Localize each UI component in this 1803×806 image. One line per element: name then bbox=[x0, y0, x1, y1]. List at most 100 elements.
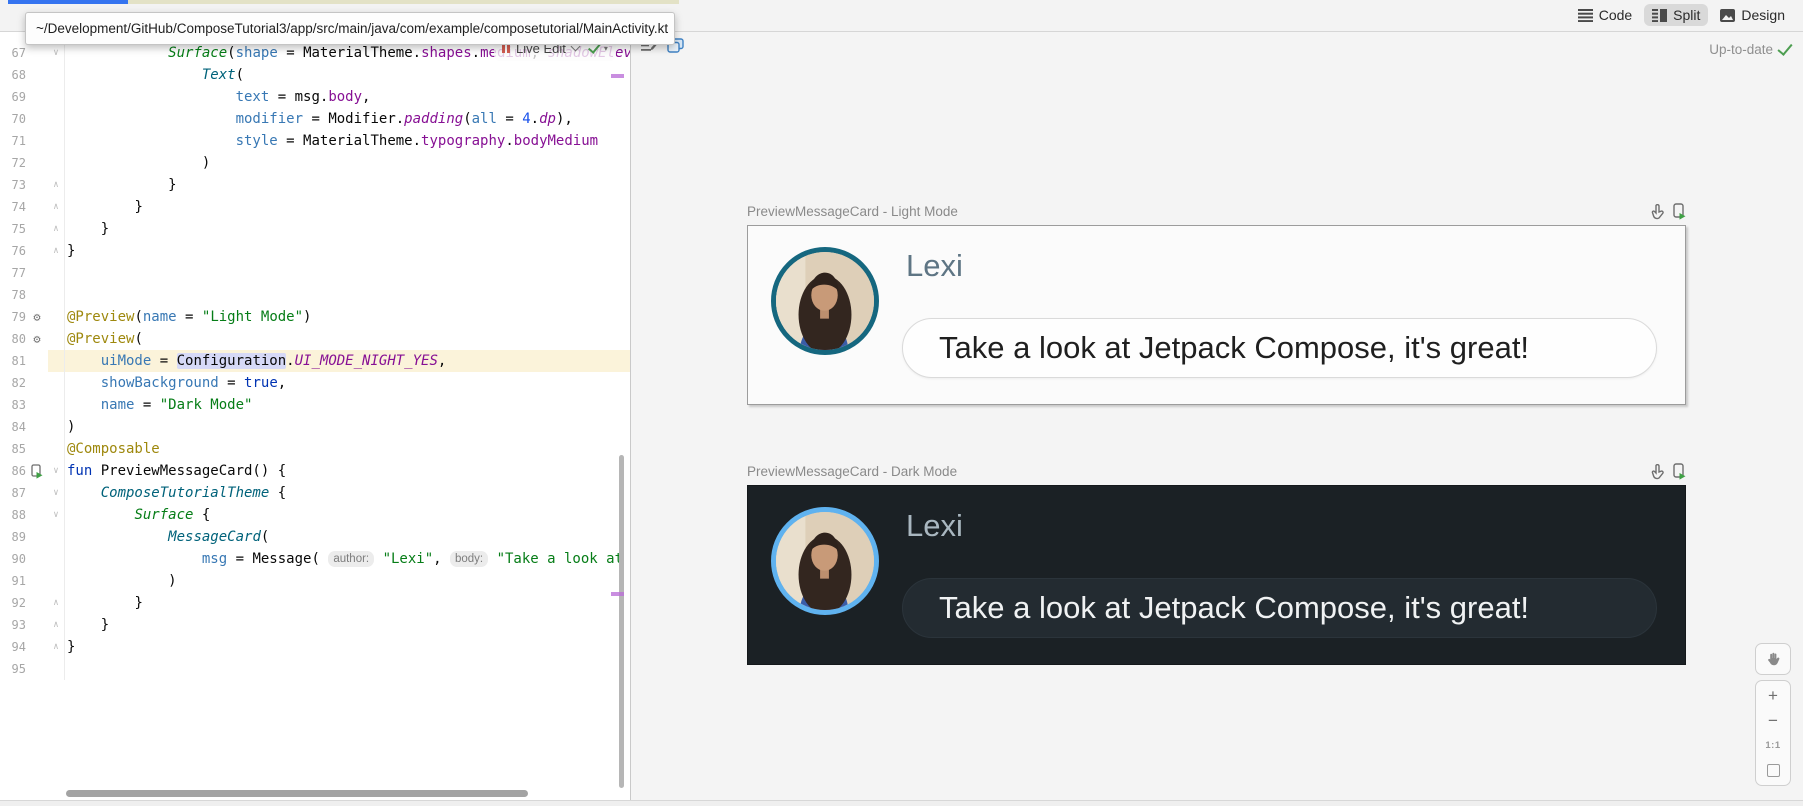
code-line[interactable]: 94∧} bbox=[0, 636, 630, 658]
code-text[interactable]: } bbox=[64, 636, 630, 658]
fold-marker[interactable]: ∧ bbox=[48, 218, 64, 240]
code-text[interactable]: } bbox=[64, 592, 630, 614]
zoom-controls: + − 1:1 bbox=[1755, 680, 1791, 786]
code-line[interactable]: 73∧ } bbox=[0, 174, 630, 196]
code-text[interactable]: ) bbox=[64, 570, 630, 592]
code-line[interactable]: 93 ∧ } bbox=[0, 614, 630, 636]
fold-marker[interactable]: ∧ bbox=[48, 614, 64, 636]
fold-marker[interactable]: ∧ bbox=[48, 174, 64, 196]
code-line[interactable]: 78 bbox=[0, 284, 630, 306]
editor-vertical-scrollbar[interactable] bbox=[619, 455, 624, 788]
code-text[interactable]: name = "Dark Mode" bbox=[64, 394, 630, 416]
fold-marker[interactable]: ∧ bbox=[48, 592, 64, 614]
code-text[interactable]: msg = Message( author: "Lexi", body: "Ta… bbox=[64, 548, 630, 570]
code-text[interactable]: @Preview(name = "Light Mode") bbox=[64, 306, 630, 328]
code-line[interactable]: 82 showBackground = true, bbox=[0, 372, 630, 394]
zoom-in-button[interactable]: + bbox=[1756, 683, 1790, 708]
code-line[interactable]: 75∧ } bbox=[0, 218, 630, 240]
zoom-out-button[interactable]: − bbox=[1756, 708, 1790, 733]
code-text[interactable]: @Composable bbox=[64, 438, 630, 460]
fold-column bbox=[48, 306, 64, 328]
code-text[interactable]: MessageCard( bbox=[64, 526, 630, 548]
code-line[interactable]: 85@Composable bbox=[0, 438, 630, 460]
code-line[interactable]: 68 Text( bbox=[0, 64, 630, 86]
code-text[interactable]: style = MaterialTheme.typography.bodyMed… bbox=[64, 130, 630, 152]
code-line[interactable]: 71 style = MaterialTheme.typography.body… bbox=[0, 130, 630, 152]
fold-marker[interactable]: ∨ bbox=[48, 504, 64, 526]
code-line[interactable]: 74∧ } bbox=[0, 196, 630, 218]
zoom-actual-size-button[interactable]: 1:1 bbox=[1756, 733, 1790, 758]
editor-horizontal-scrollbar[interactable] bbox=[66, 790, 528, 797]
code-line[interactable]: 90 msg = Message( author: "Lexi", body: … bbox=[0, 548, 630, 570]
code-text[interactable]: } bbox=[64, 174, 630, 196]
fold-marker[interactable]: ∨ bbox=[48, 460, 64, 482]
code-editor-pane[interactable]: 67∨ Surface(shape = MaterialTheme.shapes… bbox=[0, 32, 630, 800]
line-number: 70 bbox=[0, 108, 26, 130]
code-text[interactable]: ) bbox=[64, 416, 630, 438]
code-text[interactable]: text = msg.body, bbox=[64, 86, 630, 108]
tab-design[interactable]: Design bbox=[1712, 4, 1793, 26]
fold-marker[interactable]: ∧ bbox=[48, 240, 64, 262]
gear-gutter-icon[interactable]: ⚙ bbox=[26, 328, 48, 350]
split-divider[interactable] bbox=[630, 32, 631, 800]
run-gutter-icon[interactable] bbox=[26, 460, 48, 482]
code-line[interactable]: 76∧} bbox=[0, 240, 630, 262]
preview-title: PreviewMessageCard - Light Mode bbox=[747, 204, 958, 219]
code-line[interactable]: 87∨ ComposeTutorialTheme { bbox=[0, 482, 630, 504]
code-line[interactable]: 83 name = "Dark Mode" bbox=[0, 394, 630, 416]
error-stripe-mark[interactable] bbox=[611, 74, 624, 78]
fold-marker[interactable]: ∧ bbox=[48, 196, 64, 218]
code-line[interactable]: 80⚙@Preview( bbox=[0, 328, 630, 350]
code-line[interactable]: 88∨ Surface { bbox=[0, 504, 630, 526]
code-text[interactable] bbox=[64, 262, 630, 284]
code-text[interactable]: Surface { bbox=[64, 504, 630, 526]
code-line[interactable]: 81 uiMode = Configuration.UI_MODE_NIGHT_… bbox=[0, 350, 630, 372]
interactive-mode-icon[interactable] bbox=[1651, 204, 1664, 220]
code-line[interactable]: 91 ) bbox=[0, 570, 630, 592]
error-stripe-mark[interactable] bbox=[611, 592, 624, 596]
tab-code[interactable]: Code bbox=[1570, 4, 1640, 26]
code-text[interactable] bbox=[64, 658, 630, 680]
gear-gutter-icon[interactable]: ⚙ bbox=[26, 306, 48, 328]
code-text[interactable]: } bbox=[64, 196, 630, 218]
code-line[interactable]: 95 bbox=[0, 658, 630, 680]
code-line[interactable]: 79⚙@Preview(name = "Light Mode") bbox=[0, 306, 630, 328]
code-text[interactable]: fun PreviewMessageCard() { bbox=[64, 460, 630, 482]
interactive-mode-icon[interactable] bbox=[1651, 464, 1664, 480]
code-line[interactable]: 77 bbox=[0, 262, 630, 284]
fold-marker[interactable]: ∧ bbox=[48, 636, 64, 658]
fold-marker[interactable]: ∨ bbox=[48, 482, 64, 504]
gutter bbox=[26, 482, 48, 504]
line-number: 93 bbox=[0, 614, 26, 636]
code-line[interactable]: 89 MessageCard( bbox=[0, 526, 630, 548]
code-text[interactable]: modifier = Modifier.padding(all = 4.dp), bbox=[64, 108, 630, 130]
fold-column bbox=[48, 394, 64, 416]
run-preview-on-device-icon[interactable] bbox=[1673, 463, 1686, 480]
fold-column bbox=[48, 438, 64, 460]
code-line[interactable]: 86∨fun PreviewMessageCard() { bbox=[0, 460, 630, 482]
gutter bbox=[26, 658, 48, 680]
code-text[interactable]: showBackground = true, bbox=[64, 372, 630, 394]
code-line[interactable]: 69 text = msg.body, bbox=[0, 86, 630, 108]
code-text[interactable] bbox=[64, 284, 630, 306]
code-line[interactable]: 70 modifier = Modifier.padding(all = 4.d… bbox=[0, 108, 630, 130]
code-text[interactable]: ) bbox=[64, 152, 630, 174]
fold-marker[interactable]: ∨ bbox=[48, 42, 64, 64]
run-preview-on-device-icon[interactable] bbox=[1673, 203, 1686, 220]
file-path-text: ~/Development/GitHub/ComposeTutorial3/ap… bbox=[36, 21, 668, 36]
code-area[interactable]: 67∨ Surface(shape = MaterialTheme.shapes… bbox=[0, 42, 630, 680]
code-text[interactable]: @Preview( bbox=[64, 328, 630, 350]
code-text[interactable]: ComposeTutorialTheme { bbox=[64, 482, 630, 504]
zoom-to-fit-button[interactable] bbox=[1756, 758, 1790, 783]
gutter bbox=[26, 174, 48, 196]
code-text[interactable]: } bbox=[64, 218, 630, 240]
code-text[interactable]: } bbox=[64, 240, 630, 262]
pan-tool-button[interactable] bbox=[1755, 643, 1791, 675]
code-text[interactable]: Text( bbox=[64, 64, 630, 86]
code-line[interactable]: 72 ) bbox=[0, 152, 630, 174]
code-line[interactable]: 92∧ } bbox=[0, 592, 630, 614]
code-line[interactable]: 84) bbox=[0, 416, 630, 438]
tab-split[interactable]: Split bbox=[1644, 4, 1708, 26]
code-text[interactable]: uiMode = Configuration.UI_MODE_NIGHT_YES… bbox=[64, 350, 630, 372]
code-text[interactable]: } bbox=[64, 614, 630, 636]
